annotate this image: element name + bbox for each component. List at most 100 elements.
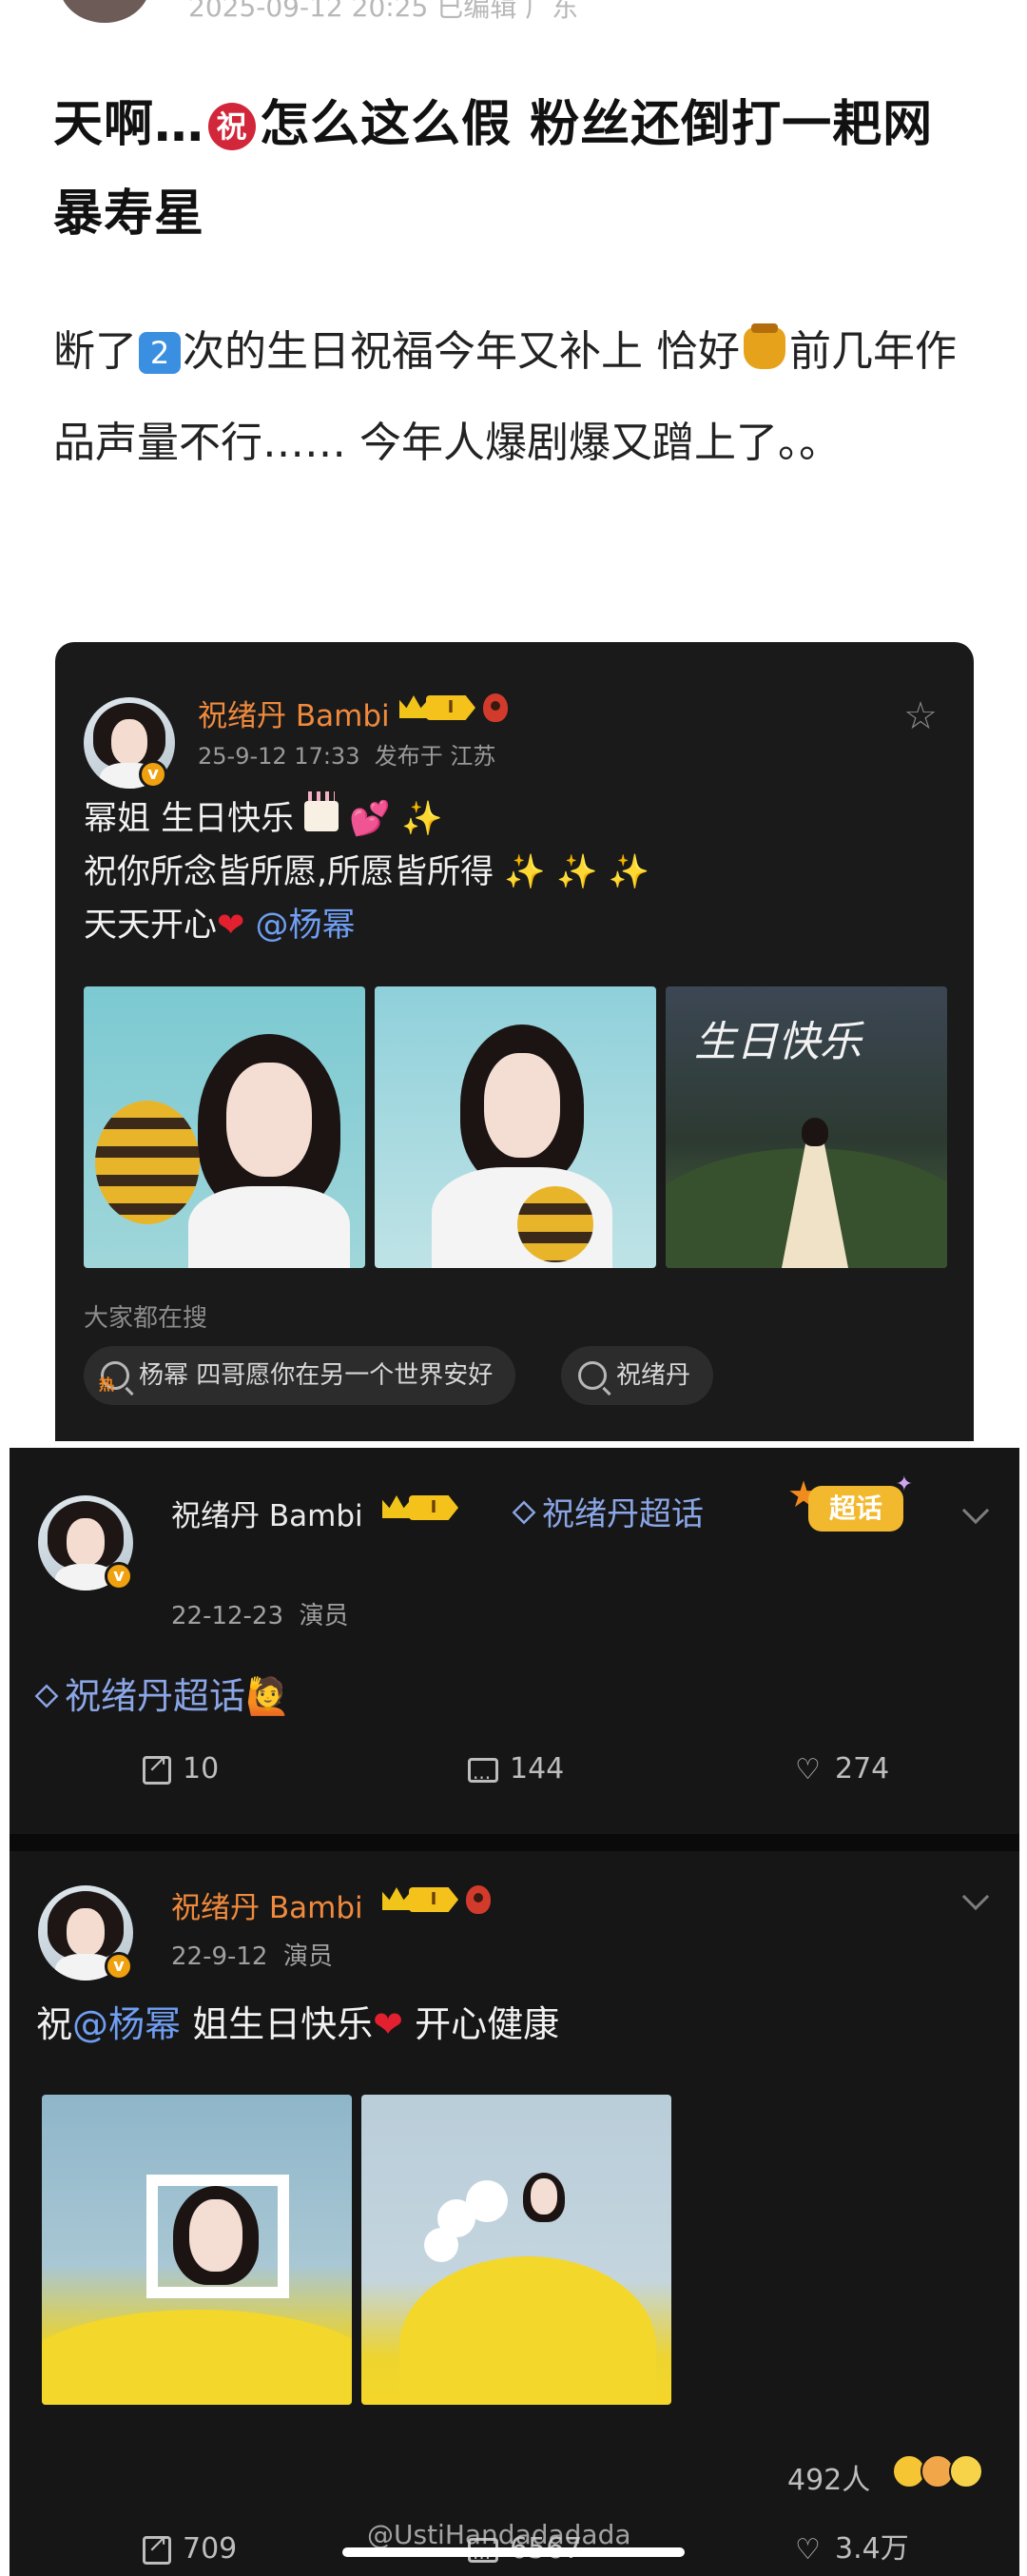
card-line-1-text: 幂姐 生日快乐 (84, 800, 295, 838)
search-chip-2[interactable]: 祝绪丹 (561, 1346, 714, 1405)
photo-3[interactable]: 生日快乐 (666, 986, 947, 1268)
verified-badge-icon: v (105, 1562, 133, 1590)
post-date: 22-9-12 (171, 1942, 268, 1971)
card-line-1: 幂姐 生日快乐 💕 ✨ (84, 791, 443, 846)
body-text-1: 断了 (53, 327, 137, 376)
post-role: 演员 (299, 1602, 349, 1630)
level-badge: I (409, 1887, 458, 1912)
chevron-down-icon[interactable] (961, 1496, 990, 1525)
author-name[interactable]: 祝绪丹 Bambi (198, 692, 390, 734)
verified-badge-icon: v (139, 760, 167, 789)
sparkles-emoji-icon: ✨ (401, 800, 443, 838)
comment-count: 144 (510, 1752, 565, 1786)
home-indicator[interactable] (342, 2547, 685, 2557)
verified-badge-icon: v (105, 1952, 133, 1981)
diamond-icon (34, 1684, 59, 1708)
card-line-2: 祝你所念皆所愿,所愿皆所得 ✨ ✨ ✨ (84, 846, 649, 899)
post-title: 天啊… 祝怎么这么假 粉丝还倒打一耙网暴寿星 (53, 80, 966, 259)
post-2022-9: v 祝绪丹 Bambi I 22-9-12 演员 祝@杨幂 姐生日快乐❤ 开心健… (10, 1851, 1019, 2576)
diamond-icon (512, 1500, 536, 1525)
body-text-2: 次的生日祝福今年又补上 恰好 (183, 327, 740, 376)
share-button[interactable]: 10 (143, 1731, 219, 1807)
like-button[interactable]: ♡ 3.4万 (795, 2511, 909, 2576)
action-bar: 10 144 ♡ 274 (10, 1731, 1019, 1816)
like-icon: ♡ (795, 1752, 821, 1786)
post-text-tail: 开心健康 (415, 2003, 560, 2045)
share-count: 709 (183, 2532, 238, 2566)
comment-button[interactable]: 144 (468, 1731, 565, 1816)
photo-2[interactable] (361, 2095, 671, 2405)
reaction-emojis[interactable] (892, 2454, 983, 2488)
waving-emoji-icon: 🙋 (245, 1675, 291, 1717)
photo-1[interactable] (42, 2095, 352, 2405)
level-badge: I (409, 1495, 458, 1520)
super-topic-link-text: 祝绪丹超话 (542, 1495, 704, 1533)
super-topic-link[interactable]: 祝绪丹超话 (512, 1490, 742, 1539)
post-2022-12: v 祝绪丹 Bambi I 祝绪丹超话 ★ 超话 ✦ 22-12-23 演员 祝… (10, 1448, 1019, 1834)
post-timestamp: 25-9-12 17:33 发布于 江苏 (198, 737, 495, 771)
mention-link[interactable]: @杨幂 (255, 907, 355, 945)
number-two-emoji-icon: 2 (139, 332, 181, 374)
post-text-suffix: 姐生日快乐 (192, 2003, 374, 2045)
post-meta: 22-12-23 演员 (171, 1596, 349, 1631)
star-icon[interactable]: ☆ (901, 697, 940, 735)
author-name[interactable]: 祝绪丹 Bambi (171, 1883, 363, 1926)
red-mascot-icon (483, 693, 508, 722)
birthday-cake-emoji-icon (304, 791, 339, 831)
honey-pot-emoji-icon (744, 323, 785, 369)
share-button[interactable]: 709 (143, 2511, 237, 2576)
older-posts-screenshot: v 祝绪丹 Bambi I 祝绪丹超话 ★ 超话 ✦ 22-12-23 演员 祝… (10, 1448, 1019, 2576)
photo-caption: 生日快乐 (694, 1018, 862, 1066)
embedded-weibo-post-2025: v 祝绪丹 Bambi I 25-9-12 17:33 发布于 江苏 ☆ 幂姐 … (55, 642, 974, 1441)
trending-label: 大家都在搜 (84, 1304, 208, 1333)
red-mascot-icon (466, 1885, 491, 1914)
post-meta: 22-9-12 演员 (171, 1937, 333, 1972)
post-role: 演员 (283, 1942, 334, 1971)
content-super-topic[interactable]: 祝绪丹超话🙋 (34, 1667, 291, 1719)
post-date: 22-12-23 (171, 1602, 284, 1630)
share-icon (143, 2529, 171, 2565)
card-line-3: 天天开心❤ @杨幂 (84, 899, 356, 952)
red-heart-emoji-icon: ❤ (373, 2003, 403, 2045)
location: 发布于 江苏 (374, 743, 496, 770)
comment-icon (468, 1740, 498, 1816)
red-heart-emoji-icon: ❤ (217, 907, 245, 945)
weibo-watermark: @UstiHandadadada (367, 2519, 631, 2550)
timestamp: 25-9-12 17:33 (198, 743, 360, 770)
super-topic-badge-icon: ★ 超话 ✦ (787, 1473, 913, 1539)
title-text-start: 天啊… (53, 96, 205, 153)
card-line-2-text: 祝你所念皆所愿,所愿皆所得 (84, 853, 494, 891)
search-chip-2-label: 祝绪丹 (616, 1361, 691, 1390)
chevron-down-icon[interactable] (961, 1883, 990, 1911)
card-line-3-text: 天天开心 (84, 907, 218, 945)
like-icon: ♡ (795, 2532, 821, 2566)
post-text-prefix: 祝 (36, 2003, 73, 2045)
level-badge: I (426, 695, 475, 720)
sparkles-emoji-icon: ✨ ✨ ✨ (504, 853, 650, 891)
search-chip-1-label: 杨幂 四哥愿你在另一个世界安好 (139, 1361, 494, 1390)
like-button[interactable]: ♡ 274 (795, 1731, 889, 1807)
zhu-emoji-icon: 祝 (208, 103, 257, 150)
post-separator (10, 1834, 1019, 1851)
share-icon (143, 1749, 171, 1785)
author-avatar[interactable] (59, 0, 150, 23)
post-body: 断了 2 次的生日祝福今年又补上 恰好 前几年作品声量不行…… 今年人爆剧爆又蹭上了。… (53, 306, 966, 489)
search-chip-1[interactable]: 热 杨幂 四哥愿你在另一个世界安好 (84, 1346, 516, 1405)
like-count: 274 (835, 1752, 890, 1786)
two-hearts-emoji-icon: 💕 (349, 800, 392, 838)
top-author-header: 2025-09-12 20:25 已编辑 广东 (0, 0, 1027, 34)
hot-icon: 热 (99, 1376, 115, 1394)
photo-1[interactable] (84, 986, 365, 1268)
mention-link[interactable]: @杨幂 (72, 2003, 181, 2045)
post-meta: 2025-09-12 20:25 已编辑 广东 (188, 0, 579, 23)
share-count: 10 (183, 1752, 220, 1786)
reaction-count: 492人 (787, 2464, 871, 2497)
content-topic-text: 祝绪丹超话 (65, 1675, 246, 1717)
surprised-emoji-icon (949, 2454, 983, 2488)
super-topic-badge-text: 超话 (808, 1486, 903, 1532)
search-icon (578, 1361, 607, 1390)
like-count: 3.4万 (835, 2532, 909, 2566)
author-name[interactable]: 祝绪丹 Bambi (171, 1492, 363, 1534)
post-text: 祝@杨幂 姐生日快乐❤ 开心健康 (36, 1994, 559, 2055)
photo-2[interactable] (375, 986, 656, 1268)
